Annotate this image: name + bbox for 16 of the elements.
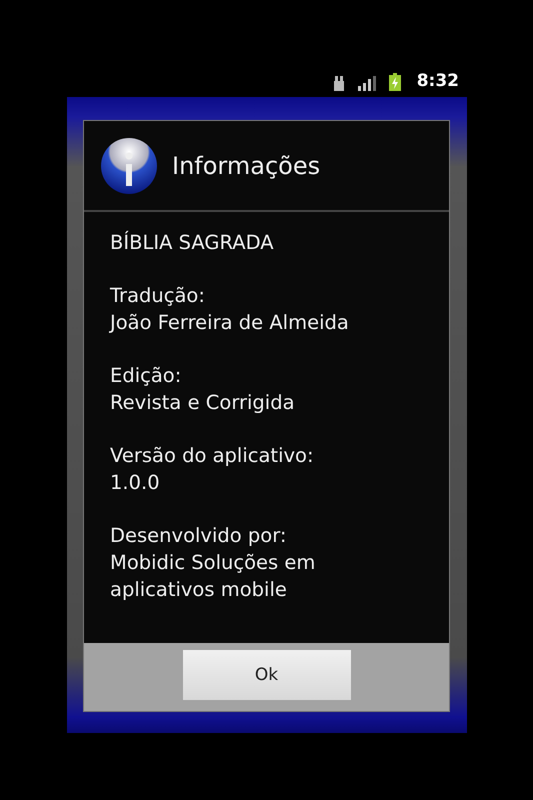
info-value: Revista e Corrigida [110, 390, 296, 416]
info-label: Edição: [110, 363, 182, 389]
info-icon [100, 136, 158, 194]
signal-icon [356, 75, 377, 91]
info-label: Tradução: [110, 283, 206, 309]
info-label: Versão do aplicativo: [110, 443, 315, 469]
battery-icon [388, 73, 401, 91]
info-value: Mobidic Soluções em aplicativos mobile [110, 550, 316, 603]
ok-button[interactable]: Ok [182, 650, 350, 700]
dialog-title: Informações [172, 152, 320, 180]
clock-time: 8:32 [416, 71, 459, 91]
info-value: 1.0.0 [110, 470, 161, 496]
info-value: João Ferreira de Almeida [110, 310, 350, 336]
info-label: Desenvolvido por: [110, 523, 288, 549]
sd-card-icon [332, 75, 345, 91]
app-name-heading: BÍBLIA SAGRADA [110, 230, 275, 256]
